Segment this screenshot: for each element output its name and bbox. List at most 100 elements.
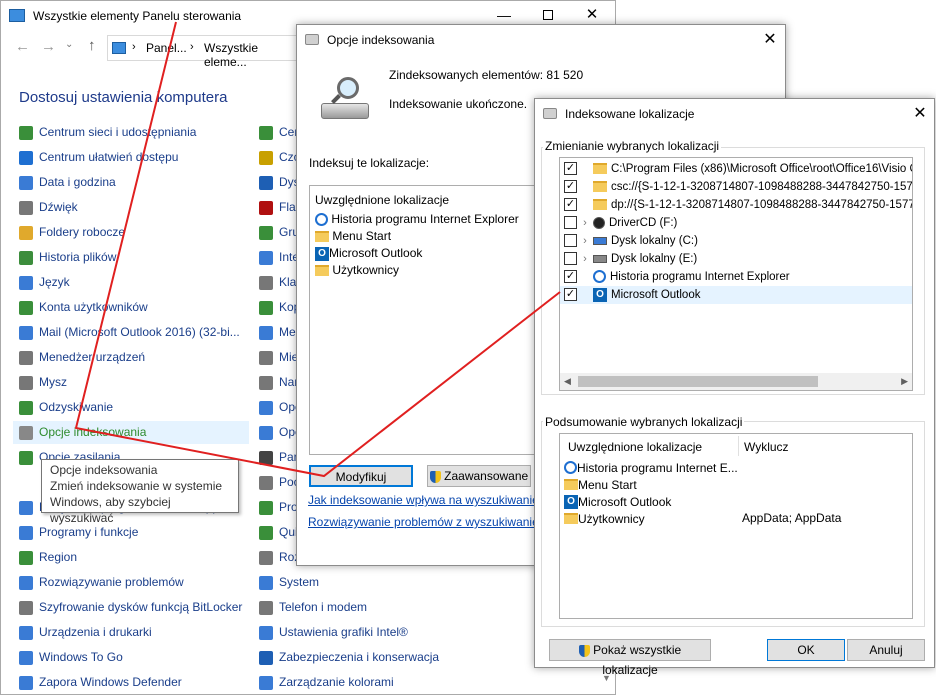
control-panel-item-label: Foldery robocze <box>39 225 126 239</box>
location-checkbox[interactable]: ✓ <box>564 270 577 284</box>
breadcrumb-item[interactable]: Panel... <box>146 41 187 55</box>
control-panel-item-label: Data i godzina <box>39 175 116 189</box>
index-locations-label: Indeksuj te lokalizacje: <box>309 156 430 170</box>
location-checkbox[interactable]: ✓ <box>564 180 577 194</box>
page-title: Dostosuj ustawienia komputera <box>19 89 228 106</box>
tree-row[interactable]: ✓ O Microsoft Outlook <box>560 286 912 304</box>
control-panel-item[interactable]: System <box>259 571 509 593</box>
show-all-locations-button[interactable]: Pokaż wszystkie lokalizacje <box>549 639 711 677</box>
location-label: Microsoft Outlook <box>611 289 701 301</box>
control-panel-item[interactable]: Region <box>19 546 77 568</box>
control-panel-item[interactable]: Foldery robocze <box>19 221 125 243</box>
language-icon <box>19 275 33 290</box>
close-icon[interactable]: ✕ <box>755 29 785 51</box>
device-manager-icon <box>19 350 33 365</box>
control-panel-item[interactable]: Centrum ułatwień dostępu <box>19 146 178 168</box>
advanced-button[interactable]: Zaawansowane <box>427 465 531 487</box>
expand-chevron-icon[interactable]: › <box>577 232 593 250</box>
expand-chevron-icon[interactable]: › <box>577 214 593 232</box>
address-bar[interactable]: › Panel... › Wszystkie eleme... <box>107 35 297 69</box>
accessibility-icon <box>19 150 33 165</box>
control-panel-item[interactable]: Urządzenia i drukarki <box>19 621 152 643</box>
tree-row[interactable]: › Dysk lokalny (C:) <box>560 232 912 250</box>
location-checkbox[interactable] <box>564 234 577 248</box>
tree-row[interactable]: › DriverCD (F:) <box>560 214 912 232</box>
location-checkbox[interactable]: ✓ <box>564 288 577 302</box>
control-panel-item-icon <box>259 600 273 615</box>
folder-icon <box>593 181 607 193</box>
control-panel-item[interactable]: Mysz <box>19 371 67 393</box>
control-panel-item[interactable]: Zarządzanie kolorami <box>259 671 509 693</box>
control-panel-item[interactable]: Szyfrowanie dysków funkcją BitLocker <box>19 596 242 618</box>
location-label: Historia programu Internet Explorer <box>610 271 790 283</box>
control-panel-item-icon <box>259 650 273 665</box>
ok-button[interactable]: OK <box>767 639 845 661</box>
control-panel-item[interactable]: Ustawienia grafiki Intel® <box>259 621 509 643</box>
horizontal-scrollbar[interactable]: ◀ ▶ <box>560 373 912 390</box>
advanced-button-label: Zaawansowane <box>444 469 529 483</box>
cancel-button[interactable]: Anuluj <box>847 639 925 661</box>
control-panel-item-icon <box>259 325 273 340</box>
control-panel-item[interactable]: Język <box>19 271 70 293</box>
close-icon[interactable]: ✕ <box>905 103 935 125</box>
included-locations-list: Uwzględnione lokalizacje Historia progra… <box>309 185 541 455</box>
control-panel-item[interactable]: Zapora Windows Defender <box>19 671 182 693</box>
control-panel-item[interactable]: Odzyskiwanie <box>19 396 113 418</box>
scrollbar-thumb[interactable] <box>578 376 818 387</box>
forward-arrow-icon[interactable]: → <box>41 38 56 55</box>
control-panel-item-label: Konta użytkowników <box>39 300 148 314</box>
scroll-right-icon[interactable]: ▶ <box>901 376 908 387</box>
summary-column-divider <box>738 436 739 456</box>
control-panel-item[interactable]: Windows To Go <box>19 646 123 668</box>
breadcrumb-item[interactable]: Wszystkie eleme... <box>204 41 296 69</box>
control-panel-item-label: Dźwięk <box>39 200 78 214</box>
scroll-left-icon[interactable]: ◀ <box>564 376 571 387</box>
control-panel-item[interactable]: Centrum sieci i udostępniania <box>19 121 196 143</box>
control-panel-item[interactable]: Data i godzina <box>19 171 116 193</box>
control-panel-item[interactable]: Opcje indeksowania <box>19 421 146 443</box>
modify-button[interactable]: Modyfikuj <box>309 465 413 487</box>
control-panel-item[interactable]: Rozwiązywanie problemów <box>19 571 184 593</box>
tooltip-title: Opcje indeksowania <box>50 463 158 477</box>
summary-column-header[interactable]: Wyklucz <box>744 440 789 454</box>
tooltip: Opcje indeksowania Zmień indeksowanie w … <box>41 459 239 525</box>
control-panel-item[interactable]: Telefon i modem <box>259 596 509 618</box>
expand-chevron-icon[interactable]: › <box>577 250 593 268</box>
back-arrow-icon[interactable]: ← <box>15 38 30 55</box>
tree-row[interactable]: › Dysk lokalny (E:) <box>560 250 912 268</box>
ie-icon <box>564 461 577 475</box>
control-panel-item-icon <box>259 400 273 415</box>
tree-row[interactable]: ✓ C:\Program Files (x86)\Microsoft Office… <box>560 160 912 178</box>
summary-column-header[interactable]: Uwzględnione lokalizacje <box>568 440 702 454</box>
control-panel-item-icon <box>259 500 273 515</box>
control-panel-item[interactable]: Zabezpieczenia i konserwacja <box>259 646 509 668</box>
history-chevron-icon[interactable]: ⌄ <box>65 39 73 50</box>
location-checkbox[interactable]: ✓ <box>564 162 577 176</box>
control-panel-item[interactable]: Mail (Microsoft Outlook 2016) (32-bi... <box>19 321 240 343</box>
control-panel-item[interactable]: Historia plików <box>19 246 116 268</box>
control-panel-item[interactable]: Konta użytkowników <box>19 296 148 318</box>
location-checkbox[interactable]: ✓ <box>564 198 577 212</box>
up-arrow-icon[interactable]: ↑ <box>88 37 96 54</box>
drive-icon <box>593 254 607 263</box>
control-panel-item-icon <box>259 575 273 590</box>
cancel-label: Anuluj <box>869 643 903 657</box>
summary-location: Menu Start <box>578 477 637 492</box>
folder-icon <box>564 513 578 525</box>
control-panel-item[interactable]: Menedżer urządzeń <box>19 346 145 368</box>
tree-row[interactable]: ✓ Historia programu Internet Explorer <box>560 268 912 286</box>
location-checkbox[interactable] <box>564 216 577 230</box>
tree-row[interactable]: ✓ csc://{S-1-12-1-3208714807-1098488288-3… <box>560 178 912 196</box>
indexing-icon <box>19 425 33 440</box>
dialog-title: Indeksowane lokalizacje <box>565 107 695 121</box>
location-label: C:\Program Files (x86)\Microsoft Office\… <box>611 163 912 175</box>
troubleshoot-link[interactable]: Rozwiązywanie problemów z wyszukiwaniem … <box>308 515 567 529</box>
location-checkbox[interactable] <box>564 252 577 266</box>
programs-icon <box>19 525 33 540</box>
network-icon <box>19 125 33 140</box>
help-link[interactable]: Jak indeksowanie wpływa na wyszukiwanie? <box>308 493 545 507</box>
windows-drive-icon <box>593 236 607 245</box>
control-panel-item-label: Region <box>39 550 78 564</box>
tree-row[interactable]: ✓ dp://{S-1-12-1-3208714807-1098488288-34… <box>560 196 912 214</box>
control-panel-item[interactable]: Dźwięk <box>19 196 78 218</box>
